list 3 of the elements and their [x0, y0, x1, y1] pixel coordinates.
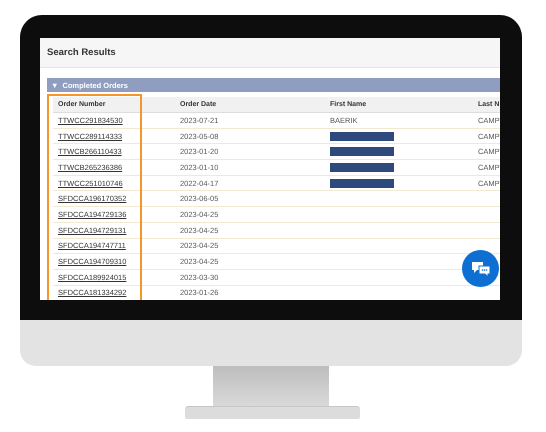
chat-icon: [470, 260, 490, 276]
page-title: Search Results: [47, 47, 116, 58]
chat-button[interactable]: [462, 250, 499, 287]
